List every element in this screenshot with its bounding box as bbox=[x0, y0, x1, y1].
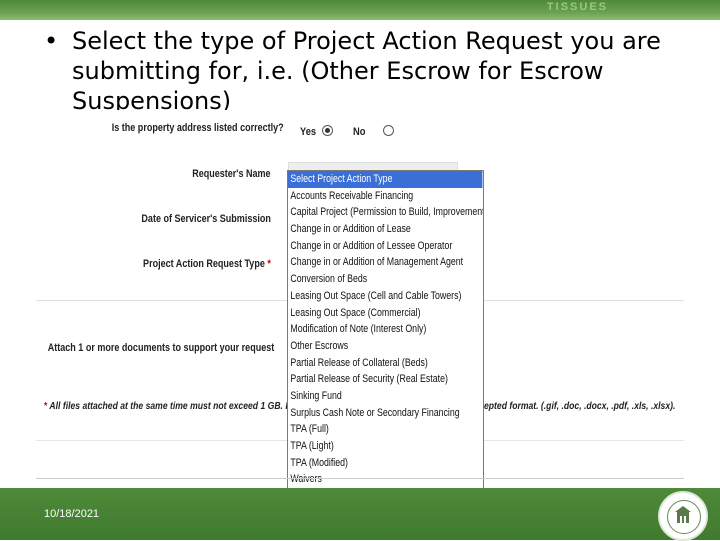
bullet-dot: • bbox=[44, 27, 59, 55]
banner-text: TISSUES bbox=[546, 1, 608, 13]
seal-building-icon bbox=[675, 506, 691, 523]
yes-radio[interactable] bbox=[322, 125, 333, 136]
dropdown-option[interactable]: Accounts Receivable Financing bbox=[288, 188, 482, 205]
dropdown-option[interactable]: Capital Project (Permission to Build, Im… bbox=[288, 204, 483, 221]
required-marker: * bbox=[267, 258, 271, 270]
dropdown-option[interactable]: Partial Release of Collateral (Beds) bbox=[288, 355, 482, 372]
dropdown-option[interactable]: Modification of Note (Interest Only) bbox=[288, 321, 482, 338]
dropdown-option[interactable]: Leasing Out Space (Cell and Cable Towers… bbox=[288, 288, 482, 305]
dropdown-option[interactable]: Other Escrows bbox=[288, 338, 482, 355]
footer-date: 10/18/2021 bbox=[44, 508, 100, 520]
file-size-note-text: All files attached at the same time must… bbox=[49, 400, 313, 412]
action-type-label-text: Project Action Request Type bbox=[143, 258, 265, 270]
action-type-label: Project Action Request Type * bbox=[143, 258, 271, 270]
address-question-label: Is the property address listed correctly… bbox=[112, 122, 284, 134]
dropdown-option[interactable]: Conversion of Beds bbox=[288, 271, 482, 288]
footer-bar: 10/18/2021 bbox=[0, 488, 720, 541]
note-required-marker: * bbox=[44, 400, 48, 412]
requester-name-label: Requester's Name bbox=[192, 168, 271, 180]
dropdown-option[interactable]: Leasing Out Space (Commercial) bbox=[288, 305, 482, 322]
dropdown-option[interactable]: Partial Release of Security (Real Estate… bbox=[288, 371, 482, 388]
no-radio[interactable] bbox=[383, 125, 394, 136]
attach-documents-label: Attach 1 or more documents to support yo… bbox=[47, 342, 274, 354]
dropdown-option[interactable]: TPA (Light) bbox=[288, 438, 482, 455]
dropdown-option[interactable]: TPA (Full) bbox=[288, 421, 482, 438]
submission-date-label: Date of Servicer's Submission bbox=[141, 213, 271, 225]
accepted-format-note: epted format. (.gif, .doc, .docx, .pdf, … bbox=[484, 400, 676, 412]
slide-bullet: • Select the type of Project Action Requ… bbox=[44, 26, 684, 110]
top-banner: TISSUES bbox=[0, 0, 720, 20]
action-type-dropdown-list[interactable]: Select Project Action Type Accounts Recei… bbox=[287, 170, 484, 490]
dropdown-option[interactable]: TPA (Modified) bbox=[288, 455, 482, 472]
no-label: No bbox=[353, 126, 366, 138]
dropdown-option[interactable]: Select Project Action Type bbox=[288, 171, 483, 188]
dropdown-options: Select Project Action Type Accounts Recei… bbox=[288, 171, 483, 488]
dropdown-option[interactable]: Surplus Cash Note or Secondary Financing bbox=[288, 405, 482, 422]
dropdown-option[interactable]: Change in or Addition of Lessee Operator bbox=[288, 238, 482, 255]
file-size-note: * All files attached at the same time mu… bbox=[44, 400, 313, 412]
bullet-text: Select the type of Project Action Reques… bbox=[72, 27, 661, 110]
dropdown-option[interactable]: Change in or Addition of Management Agen… bbox=[288, 254, 482, 271]
dropdown-option[interactable]: Change in or Addition of Lease bbox=[288, 221, 482, 238]
yes-label: Yes bbox=[300, 126, 317, 138]
dropdown-option[interactable]: Sinking Fund bbox=[288, 388, 482, 405]
department-seal-icon bbox=[658, 491, 708, 541]
